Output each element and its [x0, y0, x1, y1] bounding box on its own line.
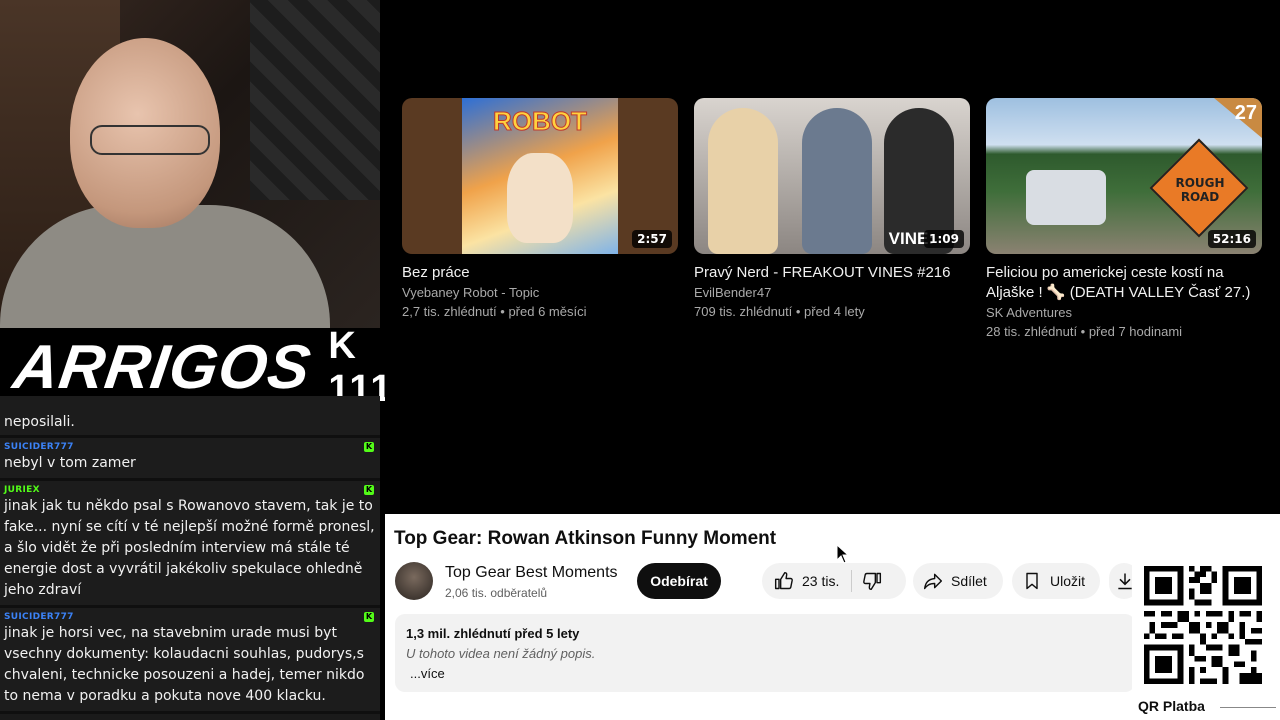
kick-badge-icon: K [364, 612, 374, 622]
chat-message-text: nebyl v tom zamer [4, 455, 136, 471]
chat-message: SUICIDER777 K jinak je horsi vec, na sta… [0, 608, 380, 714]
dislike-button[interactable] [862, 571, 882, 591]
webcam-feed [0, 0, 380, 328]
car-image [1026, 170, 1106, 225]
bookmark-icon [1026, 572, 1038, 590]
thumbnail-text: ROBOT [493, 106, 588, 137]
video-card[interactable]: VINE: 1:09 Pravý Nerd - FREAKOUT VINES #… [694, 98, 970, 321]
chat-message-text: jinak jak tu někdo psal s Rowanovo stave… [4, 498, 375, 598]
chat-username[interactable]: SUICIDER777 [4, 611, 376, 623]
video-card[interactable]: ROBOT 2:57 Bez práce Vyebaney Robot - To… [402, 98, 678, 321]
video-meta: 28 tis. zhlédnutí • před 7 hodinami [986, 324, 1183, 339]
video-duration: 52:16 [1207, 230, 1256, 248]
fox-image [507, 153, 573, 243]
kick-badge-icon: K [364, 442, 374, 452]
qr-divider [1220, 707, 1276, 708]
like-dislike-group: 23 tis. [762, 563, 906, 599]
mouse-cursor-icon [836, 544, 850, 564]
video-duration: 1:09 [924, 230, 964, 248]
chat-message: neposilali. [0, 396, 380, 438]
thumbnail-person [802, 108, 872, 254]
subscriber-count: 2,06 tis. odběratelů [445, 586, 548, 600]
thumbnail-person [708, 108, 778, 254]
channel-name[interactable]: Top Gear Best Moments [445, 564, 618, 582]
video-thumbnail[interactable]: ROUGH ROAD 27 52:16 [986, 98, 1262, 254]
view-stats: 1,3 mil. zhlédnutí před 5 lety [406, 626, 580, 641]
share-button[interactable]: Sdílet [913, 563, 1003, 599]
video-thumbnail[interactable]: ROBOT 2:57 [402, 98, 678, 254]
chat-message: SUICIDER777 K nebyl v tom zamer [0, 438, 380, 481]
share-icon [923, 573, 943, 590]
watch-title: Top Gear: Rowan Atkinson Funny Moment [394, 528, 777, 549]
like-count: 23 tis. [802, 573, 840, 589]
video-meta: 2,7 tis. zhlédnutí • před 6 měsíci [402, 304, 587, 319]
acoustic-panel [250, 0, 380, 200]
thumbs-down-icon [863, 572, 882, 591]
channel-avatar[interactable] [395, 562, 433, 600]
streamer-glasses [90, 125, 210, 155]
chat-panel: neposilali. SUICIDER777 K nebyl v tom za… [0, 396, 380, 720]
video-title[interactable]: Pravý Nerd - FREAKOUT VINES #216 [694, 263, 970, 283]
video-card[interactable]: ROUGH ROAD 27 52:16 Feliciou po americke… [986, 98, 1262, 341]
chat-username[interactable]: JURIEX [4, 484, 376, 496]
chat-message-text: jinak je horsi vec, na stavebnim urade m… [4, 625, 365, 704]
like-separator [851, 570, 853, 592]
video-title[interactable]: Feliciou po americkej ceste kostí na Alj… [986, 263, 1262, 303]
chat-message: JURIEX K jinak jak tu někdo psal s Rowan… [0, 481, 380, 608]
subscribe-button[interactable]: Odebírat [637, 563, 721, 599]
brand-logo: ARRIGOS [9, 333, 316, 402]
save-label: Uložit [1050, 573, 1086, 589]
video-duration: 2:57 [632, 230, 672, 248]
share-label: Sdílet [951, 573, 987, 589]
show-more-link[interactable]: ...více [406, 666, 1124, 681]
album-art: ROBOT [462, 98, 618, 254]
chat-message-text: neposilali. [4, 414, 75, 430]
thumbs-up-icon [774, 571, 793, 590]
qr-code-icon [1144, 566, 1262, 684]
qr-payment-overlay: QR Platba [1132, 560, 1280, 720]
like-button[interactable]: 23 tis. [774, 571, 839, 591]
video-channel[interactable]: EvilBender47 [694, 283, 970, 302]
video-channel[interactable]: SK Adventures [986, 303, 1262, 322]
video-title[interactable]: Bez práce [402, 263, 678, 283]
video-channel[interactable]: Vyebaney Robot - Topic [402, 283, 678, 302]
episode-number: 27 [1234, 102, 1257, 124]
video-thumbnail[interactable]: VINE: 1:09 [694, 98, 970, 254]
kick-badge-icon: K [364, 485, 374, 495]
save-button[interactable]: Uložit [1012, 563, 1100, 599]
video-meta: 709 tis. zhlédnutí • před 4 lety [694, 304, 865, 319]
description-box[interactable]: 1,3 mil. zhlédnutí před 5 lety U tohoto … [395, 614, 1135, 692]
thumbnail-text: ROUGH ROAD [1175, 176, 1225, 204]
chat-username[interactable]: SUICIDER777 [4, 441, 376, 453]
description-text: U tohoto videa není žádný popis. [406, 646, 596, 661]
qr-label: QR Platba [1138, 698, 1205, 714]
